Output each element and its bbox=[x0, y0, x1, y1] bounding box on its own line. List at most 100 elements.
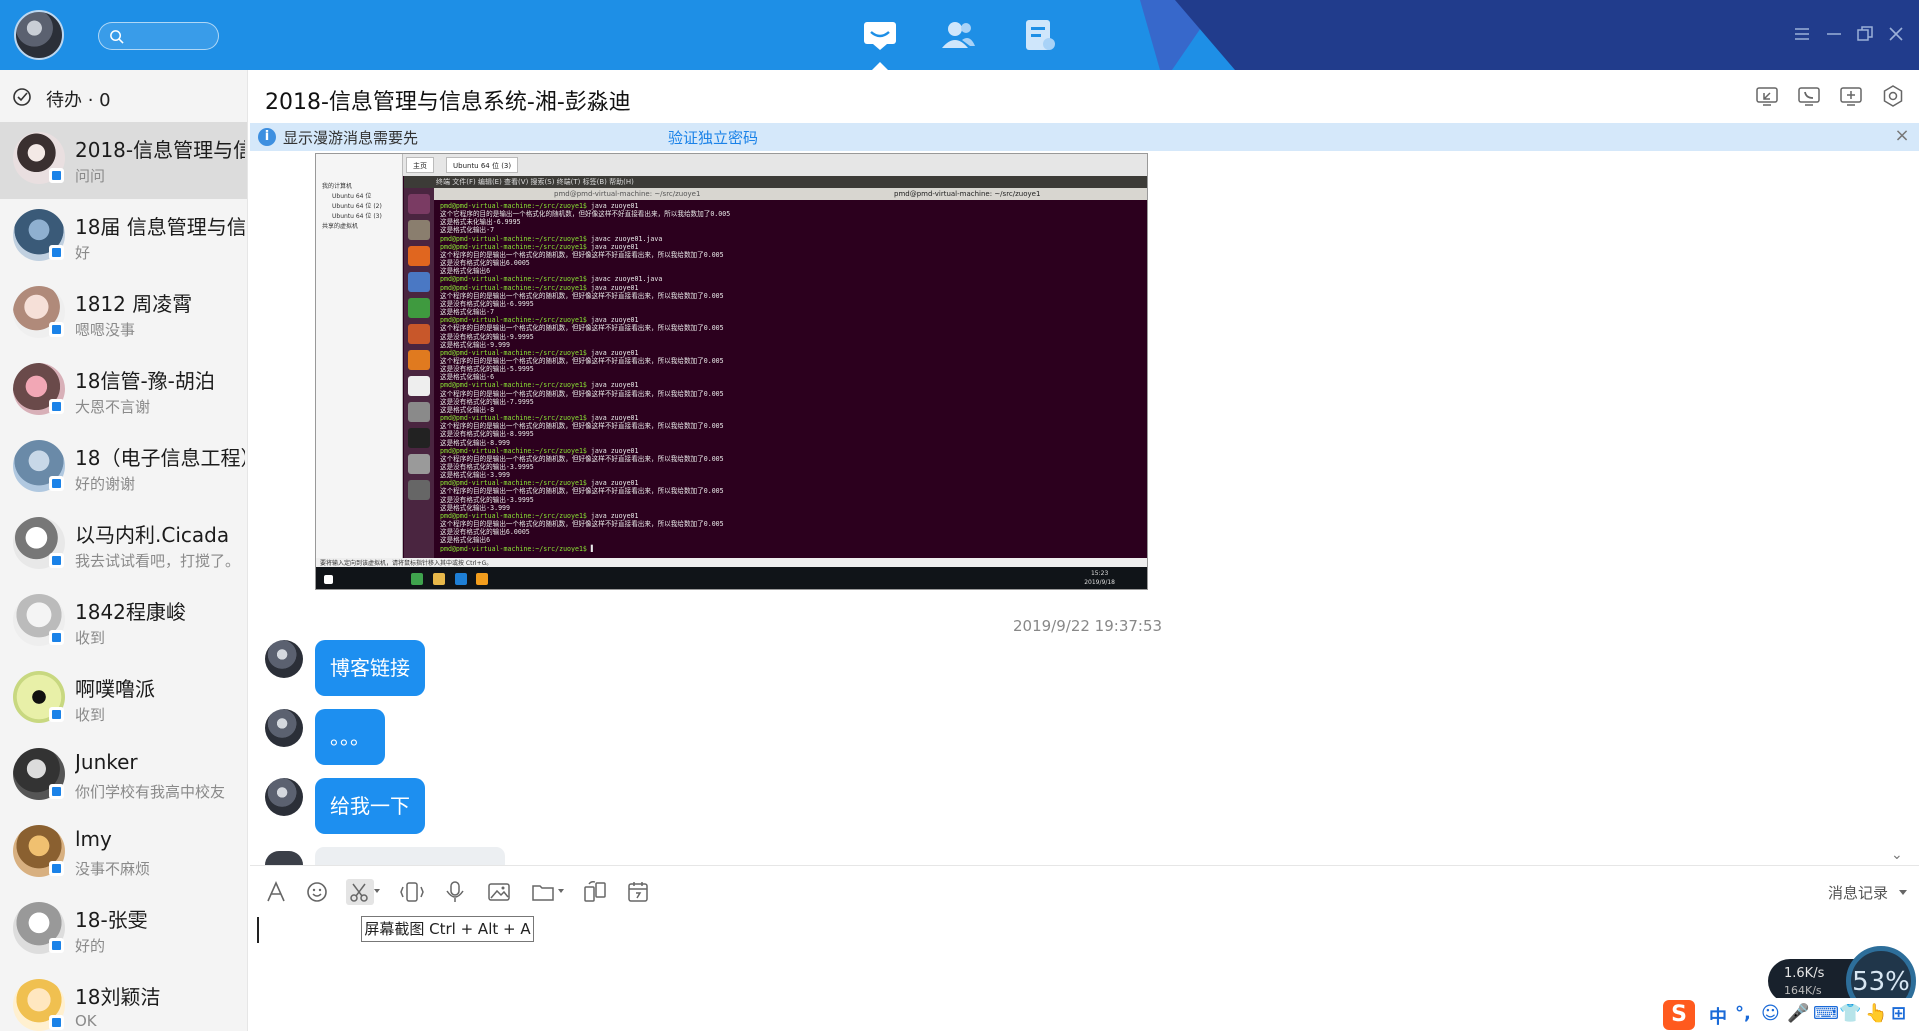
gauge-percent: 53% bbox=[1852, 967, 1910, 997]
conversation-item[interactable]: 18（电子信息工程） 好的谢谢 bbox=[0, 430, 247, 507]
conversation-name: 以马内利.Cicada bbox=[75, 523, 230, 547]
menu-icon[interactable] bbox=[1792, 24, 1812, 44]
terminal-line: 这是没有格式化的输出-3.9995 bbox=[440, 463, 534, 471]
sender-avatar[interactable] bbox=[265, 778, 303, 816]
device-badge-icon bbox=[49, 784, 64, 799]
terminal-line: pmd@pmd-virtual-machine:~/src/zuoye1$ ja… bbox=[440, 511, 639, 520]
voice-message-icon[interactable] bbox=[442, 879, 470, 905]
message-history-button[interactable]: 消息记录 bbox=[1828, 882, 1888, 903]
ime-chinese-mode-icon[interactable]: 中 bbox=[1709, 1003, 1727, 1029]
conversation-sidebar: 待办 · 0 2018-信息管理与信息系统-湘-彭淼迪问问18届 信息管理与信息… bbox=[0, 70, 248, 1031]
conversation-item[interactable]: 啊噗噜派 收到 bbox=[0, 661, 247, 738]
terminal-line: 这是没有格式化的输出6.0005 bbox=[440, 259, 530, 268]
conversation-item[interactable]: Junker 你们学校有我高中校友 bbox=[0, 738, 247, 815]
conversation-item[interactable]: 1842程康峻 收到 bbox=[0, 584, 247, 661]
terminal-line: 这是格式化输出-8 bbox=[440, 405, 495, 414]
message-bubble-partial bbox=[315, 847, 505, 865]
add-member-icon[interactable] bbox=[1839, 84, 1863, 108]
terminal-line: pmd@pmd-virtual-machine:~/src/zuoye1$ ja… bbox=[440, 202, 639, 210]
terminal-tabs: pmd@pmd-virtual-machine: ~/src/zuoye1 pm… bbox=[434, 188, 1147, 200]
image-icon[interactable] bbox=[486, 879, 514, 905]
device-badge-icon bbox=[49, 553, 64, 568]
schedule-icon[interactable] bbox=[625, 879, 653, 905]
device-badge-icon bbox=[49, 168, 64, 183]
download-speed: 164K/s bbox=[1784, 984, 1822, 997]
chevron-down-icon[interactable] bbox=[374, 889, 380, 893]
terminal-line: 这个程序的目的是输出一个格式化的随机数，但好像这样不好直接看出来，所以我给数加了… bbox=[440, 520, 724, 529]
verify-password-link[interactable]: 验证独立密码 bbox=[668, 127, 758, 148]
collapse-icon[interactable]: ⌄ bbox=[1891, 848, 1907, 862]
contacts-tab-icon[interactable] bbox=[940, 18, 976, 52]
conversation-name: 18信管-豫-胡泊 bbox=[75, 369, 215, 393]
message-bubble[interactable]: 给我一下 bbox=[315, 778, 425, 834]
sender-avatar[interactable] bbox=[265, 709, 303, 747]
roaming-notice-bar: i 显示漫游消息需要先 验证独立密码 × bbox=[250, 123, 1919, 151]
device-badge-icon bbox=[49, 322, 64, 337]
conversation-item[interactable]: 2018-信息管理与信息系统-湘-彭淼迪问问 bbox=[0, 122, 247, 199]
ime-skin-icon[interactable]: 👕 bbox=[1839, 1003, 1861, 1024]
conversation-item[interactable]: 以马内利.Cicada 我去试试看吧，打搅了。 bbox=[0, 507, 247, 584]
upload-speed: 1.6K/s bbox=[1784, 966, 1825, 981]
todo-entry[interactable]: 待办 · 0 bbox=[0, 70, 247, 122]
chat-tab-icon[interactable] bbox=[862, 18, 898, 52]
terminal-line: 这个程序的目的是输出一个格式化的随机数，但好像这样不好直接看出来，所以我给数加了… bbox=[440, 250, 724, 259]
message-bubble[interactable]: 。。。 bbox=[315, 709, 385, 765]
screenshot-scissors-icon[interactable] bbox=[346, 879, 380, 905]
notice-close-icon[interactable]: × bbox=[1893, 127, 1911, 145]
conversation-name: 啊噗噜派 bbox=[75, 677, 155, 701]
ime-toolbox-icon[interactable]: ⊞ bbox=[1891, 1003, 1906, 1024]
ime-emoji-icon[interactable]: ☺ bbox=[1761, 1003, 1780, 1024]
terminal-line: 这是格式化输出-7 bbox=[440, 226, 495, 235]
minimize-icon[interactable] bbox=[1824, 24, 1844, 44]
terminal-line: pmd@pmd-virtual-machine:~/src/zuoye1$ ja… bbox=[440, 414, 639, 423]
emoji-icon[interactable] bbox=[304, 879, 332, 905]
conversation-item[interactable]: lmy 没事不麻烦 bbox=[0, 815, 247, 892]
settings-icon[interactable] bbox=[1881, 84, 1905, 108]
terminal-line: 这个程序的目的是输出一个格式化的随机数，但好像这样不好直接看出来，所以我给数加了… bbox=[440, 356, 724, 365]
screenshot-image-message[interactable]: 我的计算机 Ubuntu 64 位 Ubuntu 64 位 (2) Ubuntu 64… bbox=[315, 153, 1148, 590]
sender-avatar[interactable] bbox=[265, 640, 303, 678]
remote-desktop-icon[interactable] bbox=[1755, 84, 1779, 108]
ime-voice-icon[interactable]: 🎤 bbox=[1787, 1003, 1809, 1024]
vm-tab-ubuntu: Ubuntu 64 位 (3) bbox=[446, 157, 519, 173]
chevron-down-icon[interactable] bbox=[1899, 890, 1907, 895]
terminal-line: 这个程序的目的是输出一个格式化的随机数，但好像这样不好直接看出来，所以我给数加了… bbox=[440, 324, 724, 333]
message-bubble[interactable]: 博客链接 bbox=[315, 640, 425, 696]
device-badge-icon bbox=[49, 245, 64, 260]
font-icon[interactable] bbox=[263, 879, 291, 905]
folder-icon[interactable] bbox=[530, 879, 564, 905]
shake-icon[interactable] bbox=[399, 879, 427, 905]
terminal-line: 这是格式化输出6 bbox=[440, 536, 491, 545]
restore-icon[interactable] bbox=[1855, 24, 1875, 44]
ime-punctuation-icon[interactable]: °, bbox=[1735, 1003, 1751, 1024]
my-avatar[interactable] bbox=[14, 10, 64, 60]
conversation-item[interactable]: 18刘颖洁 OK bbox=[0, 969, 247, 1031]
close-icon[interactable] bbox=[1886, 24, 1906, 44]
chevron-down-icon[interactable] bbox=[558, 889, 564, 893]
vm-tab-home: 主页 bbox=[406, 157, 434, 173]
conversation-item[interactable]: 1812 周凌霄 嗯嗯没事 bbox=[0, 276, 247, 353]
input-divider bbox=[250, 865, 1919, 866]
sogou-logo-icon[interactable]: S bbox=[1663, 1000, 1695, 1030]
device-badge-icon bbox=[49, 399, 64, 414]
terminal-tab-1: pmd@pmd-virtual-machine: ~/src/zuoye1 bbox=[554, 190, 701, 198]
device-badge-icon bbox=[49, 938, 64, 953]
terminal-line: 这是格式化输出-9.999 bbox=[440, 340, 510, 349]
ime-keyboard-icon[interactable]: ⌨ bbox=[1813, 1003, 1839, 1024]
conversation-item[interactable]: 18-张雯 好的 bbox=[0, 892, 247, 969]
conversation-name: 2018-信息管理与信息系统-湘-彭淼迪 bbox=[75, 138, 245, 162]
search-input[interactable] bbox=[98, 22, 219, 50]
remote-assist-icon[interactable] bbox=[582, 879, 610, 905]
voice-call-icon[interactable] bbox=[1797, 84, 1821, 108]
apps-tab-icon[interactable] bbox=[1022, 18, 1058, 52]
message-timestamp: 2019/9/22 19:37:53 bbox=[1013, 617, 1163, 635]
conversation-preview: 嗯嗯没事 bbox=[75, 321, 136, 339]
conversation-name: 18刘颖洁 bbox=[75, 985, 161, 1009]
ime-gesture-icon[interactable]: 👆 bbox=[1865, 1003, 1887, 1024]
text-cursor bbox=[257, 917, 259, 943]
conversation-item[interactable]: 18信管-豫-胡泊 大恩不言谢 bbox=[0, 353, 247, 430]
conversation-item[interactable]: 18届 信息管理与信息系统好 bbox=[0, 199, 247, 276]
terminal-line: 这是格式化输出-3.999 bbox=[440, 471, 510, 480]
network-speed-widget[interactable]: 1.6K/s 164K/s 53% bbox=[1768, 946, 1919, 1016]
conversation-preview: 好 bbox=[75, 244, 91, 262]
